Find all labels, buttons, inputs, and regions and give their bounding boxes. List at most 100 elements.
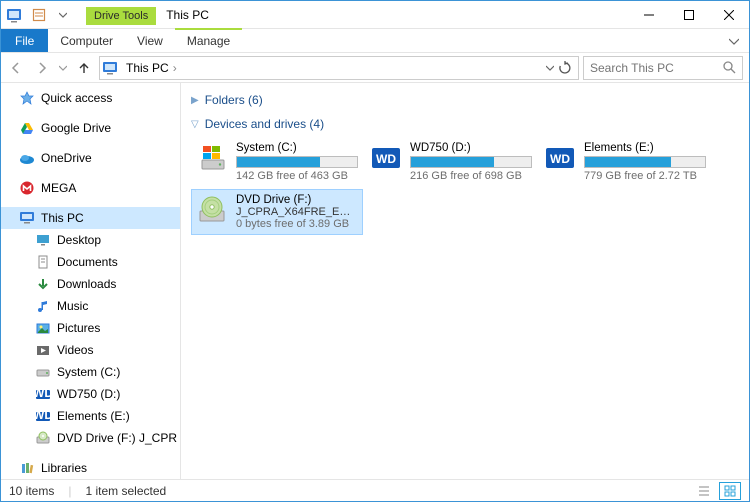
refresh-button[interactable] <box>558 61 572 75</box>
breadcrumb-label: This PC <box>126 61 169 75</box>
titlebar: Drive Tools This PC <box>1 1 749 29</box>
qat-properties-icon[interactable] <box>28 4 50 26</box>
sidebar-item-google-drive[interactable]: Google Drive <box>1 117 180 139</box>
wd-drive-icon: WD <box>544 142 576 174</box>
drive-free-space: 142 GB free of 463 GB <box>236 170 358 182</box>
drive-name: System (C:) <box>236 142 358 154</box>
drive-tile-c[interactable]: System (C:) 142 GB free of 463 GB <box>191 137 363 187</box>
view-tiles-button[interactable] <box>719 482 741 500</box>
ribbon-expand-icon[interactable] <box>719 29 749 52</box>
wd-drive-icon: WD <box>35 408 51 424</box>
view-details-button[interactable] <box>693 482 715 500</box>
sidebar-item-documents[interactable]: Documents <box>1 251 180 273</box>
sidebar-item-label: Elements (E:) <box>57 409 130 423</box>
sidebar-item-music[interactable]: Music <box>1 295 180 317</box>
sidebar-item-drive-c[interactable]: System (C:) <box>1 361 180 383</box>
libraries-icon <box>19 460 35 476</box>
ribbon: File Computer View Manage <box>1 29 749 53</box>
sidebar-item-label: This PC <box>41 211 84 225</box>
group-header-label: Devices and drives (4) <box>205 117 324 131</box>
sidebar-item-label: DVD Drive (F:) J_CPR <box>57 431 177 445</box>
sidebar-item-drive-f[interactable]: DVD Drive (F:) J_CPR <box>1 427 180 449</box>
drive-tile-f[interactable]: DVD Drive (F:)J_CPRA_X64FRE_EN-US_DV50 b… <box>191 189 363 235</box>
sidebar-item-libraries[interactable]: Libraries <box>1 457 180 479</box>
sidebar-item-label: Pictures <box>57 321 100 335</box>
ribbon-tab-file[interactable]: File <box>1 29 48 52</box>
chevron-right-icon: ▶ <box>191 95 199 106</box>
mega-icon <box>19 180 35 196</box>
drive-tile-d[interactable]: WD WD750 (D:) 216 GB free of 698 GB <box>365 137 537 187</box>
address-bar[interactable]: This PC › <box>99 56 579 80</box>
sidebar-item-label: Desktop <box>57 233 101 247</box>
sidebar-item-label: Google Drive <box>41 121 111 135</box>
svg-text:WD: WD <box>36 388 50 400</box>
qat-dropdown-icon[interactable] <box>52 4 74 26</box>
navigation-tree[interactable]: Quick access Google Drive OneDrive MEGA <box>1 83 181 479</box>
sidebar-item-label: Videos <box>57 343 93 357</box>
sidebar-item-label: WD750 (D:) <box>57 387 120 401</box>
dvd-drive-icon <box>196 194 228 226</box>
address-history-dropdown[interactable] <box>546 64 554 72</box>
maximize-button[interactable] <box>669 1 709 28</box>
breadcrumb-this-pc[interactable]: This PC › <box>122 61 181 75</box>
window-title: This PC <box>156 8 219 22</box>
group-header-label: Folders (6) <box>205 93 263 107</box>
wd-drive-icon: WD <box>35 386 51 402</box>
this-pc-icon <box>102 60 118 76</box>
sidebar-item-mega[interactable]: MEGA <box>1 177 180 199</box>
navbar: This PC › <box>1 53 749 83</box>
onedrive-icon <box>19 150 35 166</box>
forward-button[interactable] <box>31 57 53 79</box>
group-header-folders[interactable]: ▶ Folders (6) <box>191 89 739 113</box>
google-drive-icon <box>19 120 35 136</box>
group-header-devices[interactable]: ▽ Devices and drives (4) <box>191 113 739 137</box>
drive-name: WD750 (D:) <box>410 142 532 154</box>
sidebar-item-videos[interactable]: Videos <box>1 339 180 361</box>
status-item-count: 10 items <box>9 484 54 498</box>
svg-text:WD: WD <box>36 410 50 422</box>
this-pc-icon <box>19 210 35 226</box>
sidebar-item-onedrive[interactable]: OneDrive <box>1 147 180 169</box>
sidebar-item-pictures[interactable]: Pictures <box>1 317 180 339</box>
search-icon <box>723 61 736 74</box>
ribbon-tab-view[interactable]: View <box>125 29 175 52</box>
sidebar-item-drive-d[interactable]: WD WD750 (D:) <box>1 383 180 405</box>
recent-locations-dropdown[interactable] <box>57 57 69 79</box>
search-input[interactable] <box>590 61 720 75</box>
minimize-button[interactable] <box>629 1 669 28</box>
chevron-down-icon: ▽ <box>191 119 199 130</box>
svg-text:WD: WD <box>376 152 396 166</box>
music-icon <box>35 298 51 314</box>
sidebar-item-label: MEGA <box>41 181 76 195</box>
contextual-tab-drive-tools: Drive Tools <box>86 7 156 25</box>
drive-capacity-bar <box>410 156 532 168</box>
sidebar-item-label: Documents <box>57 255 118 269</box>
windows-drive-icon <box>196 142 228 174</box>
sidebar-item-this-pc[interactable]: This PC <box>1 207 180 229</box>
close-button[interactable] <box>709 1 749 28</box>
sidebar-item-downloads[interactable]: Downloads <box>1 273 180 295</box>
downloads-icon <box>35 276 51 292</box>
sidebar-item-label: Downloads <box>57 277 116 291</box>
drive-free-space: 216 GB free of 698 GB <box>410 170 532 182</box>
status-selected-count: 1 item selected <box>85 484 166 498</box>
breadcrumb-chevron-icon: › <box>173 61 177 75</box>
drive-free-space: 779 GB free of 2.72 TB <box>584 170 706 182</box>
wd-drive-icon: WD <box>370 142 402 174</box>
up-button[interactable] <box>73 57 95 79</box>
drive-tile-e[interactable]: WDElements (E:)779 GB free of 2.72 TB <box>539 137 711 187</box>
sidebar-item-desktop[interactable]: Desktop <box>1 229 180 251</box>
app-icon <box>5 6 23 24</box>
back-button[interactable] <box>5 57 27 79</box>
search-box[interactable] <box>583 56 743 80</box>
sidebar-item-label: Quick access <box>41 91 112 105</box>
ribbon-tab-manage[interactable]: Manage <box>175 28 242 52</box>
file-list[interactable]: ▶ Folders (6) ▽ Devices and drives (4) S… <box>181 83 749 479</box>
ribbon-tab-computer[interactable]: Computer <box>48 29 125 52</box>
sidebar-item-quick-access[interactable]: Quick access <box>1 87 180 109</box>
drive-name: DVD Drive (F:) <box>236 194 358 206</box>
sidebar-item-drive-e[interactable]: WD Elements (E:) <box>1 405 180 427</box>
star-icon <box>19 90 35 106</box>
drive-volume-label: J_CPRA_X64FRE_EN-US_DV5 <box>236 206 358 218</box>
sidebar-item-label: OneDrive <box>41 151 92 165</box>
